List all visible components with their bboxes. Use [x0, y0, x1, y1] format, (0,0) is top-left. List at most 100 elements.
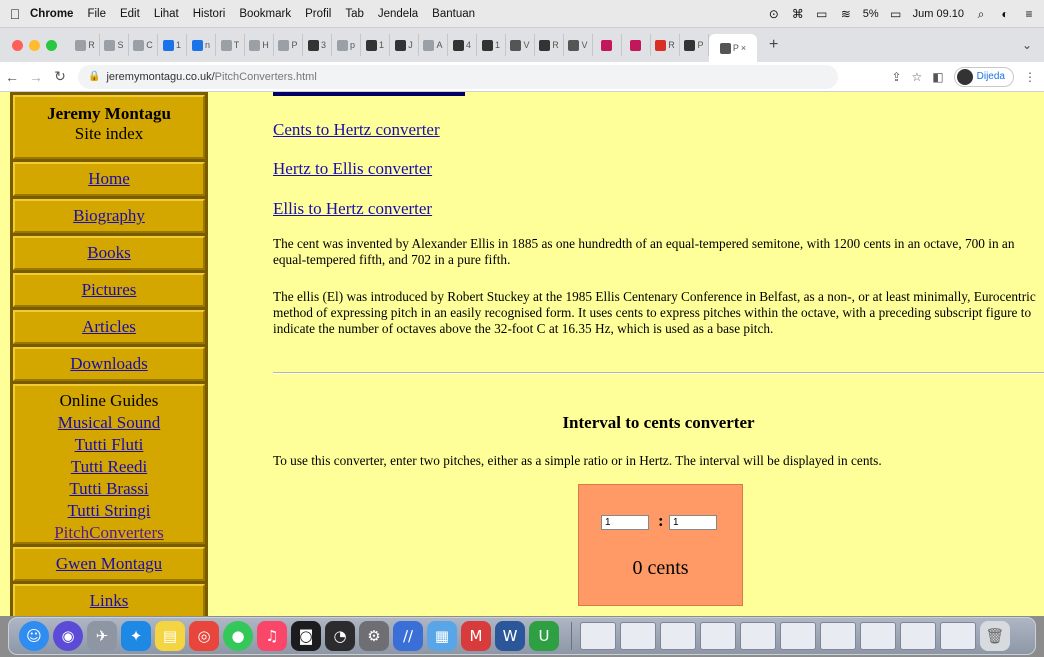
tab-search-icon[interactable]: ⌄	[1022, 38, 1032, 52]
nav-link-pictures[interactable]: Pictures	[82, 280, 137, 299]
guide-link-musical-sound[interactable]: Musical Sound	[15, 412, 203, 434]
minimized-window-thumbnail[interactable]	[940, 622, 976, 650]
screen-mirroring-icon[interactable]: ▭	[815, 7, 829, 21]
menu-clock[interactable]: Jum 09.10	[913, 8, 964, 20]
tab-1[interactable]: S	[100, 34, 129, 56]
chrome-menu-icon[interactable]: ⋮	[1024, 70, 1036, 84]
messages-icon[interactable]: ●	[223, 621, 253, 651]
tab-0[interactable]: R	[71, 34, 100, 56]
menu-file[interactable]: File	[87, 8, 106, 20]
bookmark-star-icon[interactable]: ☆	[912, 70, 923, 84]
menu-help[interactable]: Bantuan	[432, 8, 475, 20]
tab-5[interactable]: T	[216, 34, 245, 56]
tab-2[interactable]: C	[129, 34, 158, 56]
guide-link-tutti-stringi[interactable]: Tutti Stringi	[15, 500, 203, 522]
menu-bookmarks[interactable]: Bookmark	[239, 8, 291, 20]
office-icon[interactable]: M	[461, 621, 491, 651]
notification-icon[interactable]: ≡	[1022, 7, 1036, 21]
word-icon[interactable]: W	[495, 621, 525, 651]
guide-link-tutti-reedi[interactable]: Tutti Reedi	[15, 456, 203, 478]
nav-link-gwen-montagu[interactable]: Gwen Montagu	[56, 554, 162, 573]
link-ellis-to-hertz[interactable]: Ellis to Hertz converter	[273, 199, 432, 219]
link-hertz-to-ellis[interactable]: Hertz to Ellis converter	[273, 159, 432, 179]
apple-icon[interactable]: 	[0, 6, 30, 22]
minimized-window-thumbnail[interactable]	[580, 622, 616, 650]
tab-close-icon[interactable]: ×	[741, 43, 746, 53]
forward-icon[interactable]: →	[24, 69, 48, 85]
tab-16[interactable]: R	[535, 34, 564, 56]
lock-icon[interactable]: 🔒	[88, 71, 100, 82]
minimized-window-thumbnail[interactable]	[740, 622, 776, 650]
menu-window[interactable]: Jendela	[378, 8, 418, 20]
tab-active[interactable]: P ×	[709, 34, 757, 62]
editor-icon[interactable]: ∕∕	[393, 621, 423, 651]
chrome-icon[interactable]: ◎	[189, 621, 219, 651]
tab-14[interactable]: 1	[477, 34, 506, 56]
tab-6[interactable]: H	[245, 34, 274, 56]
zoom-window-button[interactable]	[46, 39, 57, 51]
finder-icon[interactable]: ☺	[19, 621, 49, 651]
tab-9[interactable]: p	[332, 34, 361, 56]
tab-11[interactable]: J	[390, 34, 419, 56]
wifi-icon[interactable]: ≋	[839, 7, 853, 21]
side-panel-icon[interactable]: ◧	[932, 70, 943, 84]
pitch-1-input[interactable]	[601, 515, 649, 530]
tab-13[interactable]: 4	[448, 34, 477, 56]
menu-history[interactable]: Histori	[193, 8, 226, 20]
menu-edit[interactable]: Edit	[120, 8, 140, 20]
music-icon[interactable]: ♫	[257, 621, 287, 651]
tab-15[interactable]: V	[506, 34, 535, 56]
siri-icon[interactable]: ◉	[53, 621, 83, 651]
minimized-window-thumbnail[interactable]	[820, 622, 856, 650]
guide-link-tutti-fluti[interactable]: Tutti Fluti	[15, 434, 203, 456]
new-tab-button[interactable]: +	[769, 36, 778, 54]
nav-link-biography[interactable]: Biography	[73, 206, 145, 225]
minimized-window-thumbnail[interactable]	[860, 622, 896, 650]
torrent-icon[interactable]: U	[529, 621, 559, 651]
share-icon[interactable]: ⇪	[891, 70, 901, 84]
tab-19[interactable]	[622, 34, 651, 56]
guide-link-pitch-converters[interactable]: PitchConverters	[15, 522, 203, 544]
tab-12[interactable]: A	[419, 34, 448, 56]
safari-icon[interactable]: ✦	[121, 621, 151, 651]
focus-icon[interactable]: ⊙	[767, 7, 781, 21]
nav-link-downloads[interactable]: Downloads	[70, 354, 147, 373]
tab-7[interactable]: P	[274, 34, 303, 56]
menu-profiles[interactable]: Profil	[305, 8, 331, 20]
tab-17[interactable]: V	[564, 34, 593, 56]
pitch-2-input[interactable]	[669, 515, 717, 530]
close-window-button[interactable]	[12, 39, 23, 51]
nav-link-home[interactable]: Home	[88, 169, 130, 188]
tab-4[interactable]: n	[187, 34, 216, 56]
control-center-icon[interactable]: ◐	[998, 7, 1012, 21]
tab-3[interactable]: 1	[158, 34, 187, 56]
notes-icon[interactable]: ▤	[155, 621, 185, 651]
link-cents-to-hertz[interactable]: Cents to Hertz converter	[273, 120, 440, 140]
minimized-window-thumbnail[interactable]	[900, 622, 936, 650]
spotlight-icon[interactable]: ⌕	[974, 7, 988, 21]
input-source-icon[interactable]: ⌘	[791, 7, 805, 21]
menu-view[interactable]: Lihat	[154, 8, 179, 20]
battery-icon[interactable]: ▭	[889, 7, 903, 21]
reload-icon[interactable]: ↻	[48, 68, 72, 85]
menu-tab[interactable]: Tab	[345, 8, 364, 20]
address-bar[interactable]: 🔒 jeremymontagu.co.uk/PitchConverters.ht…	[78, 64, 838, 89]
tab-10[interactable]: 1	[361, 34, 390, 56]
minimized-window-thumbnail[interactable]	[620, 622, 656, 650]
profile-button[interactable]: Dijeda	[953, 66, 1014, 87]
nav-link-links[interactable]: Links	[90, 591, 129, 610]
minimized-window-thumbnail[interactable]	[660, 622, 696, 650]
launchpad-icon[interactable]: ✈	[87, 621, 117, 651]
back-icon[interactable]: ←	[0, 69, 24, 85]
trash-icon[interactable]: 🗑	[980, 621, 1010, 651]
minimized-window-thumbnail[interactable]	[780, 622, 816, 650]
settings-icon[interactable]: ⚙	[359, 621, 389, 651]
guide-link-tutti-brassi[interactable]: Tutti Brassi	[15, 478, 203, 500]
tab-8[interactable]: 3	[303, 34, 332, 56]
preview-icon[interactable]: ▦	[427, 621, 457, 651]
camera-icon[interactable]: ◔	[325, 621, 355, 651]
nav-link-articles[interactable]: Articles	[82, 317, 136, 336]
minimize-window-button[interactable]	[29, 39, 40, 51]
tab-18[interactable]	[593, 34, 622, 56]
nav-link-books[interactable]: Books	[87, 243, 130, 262]
